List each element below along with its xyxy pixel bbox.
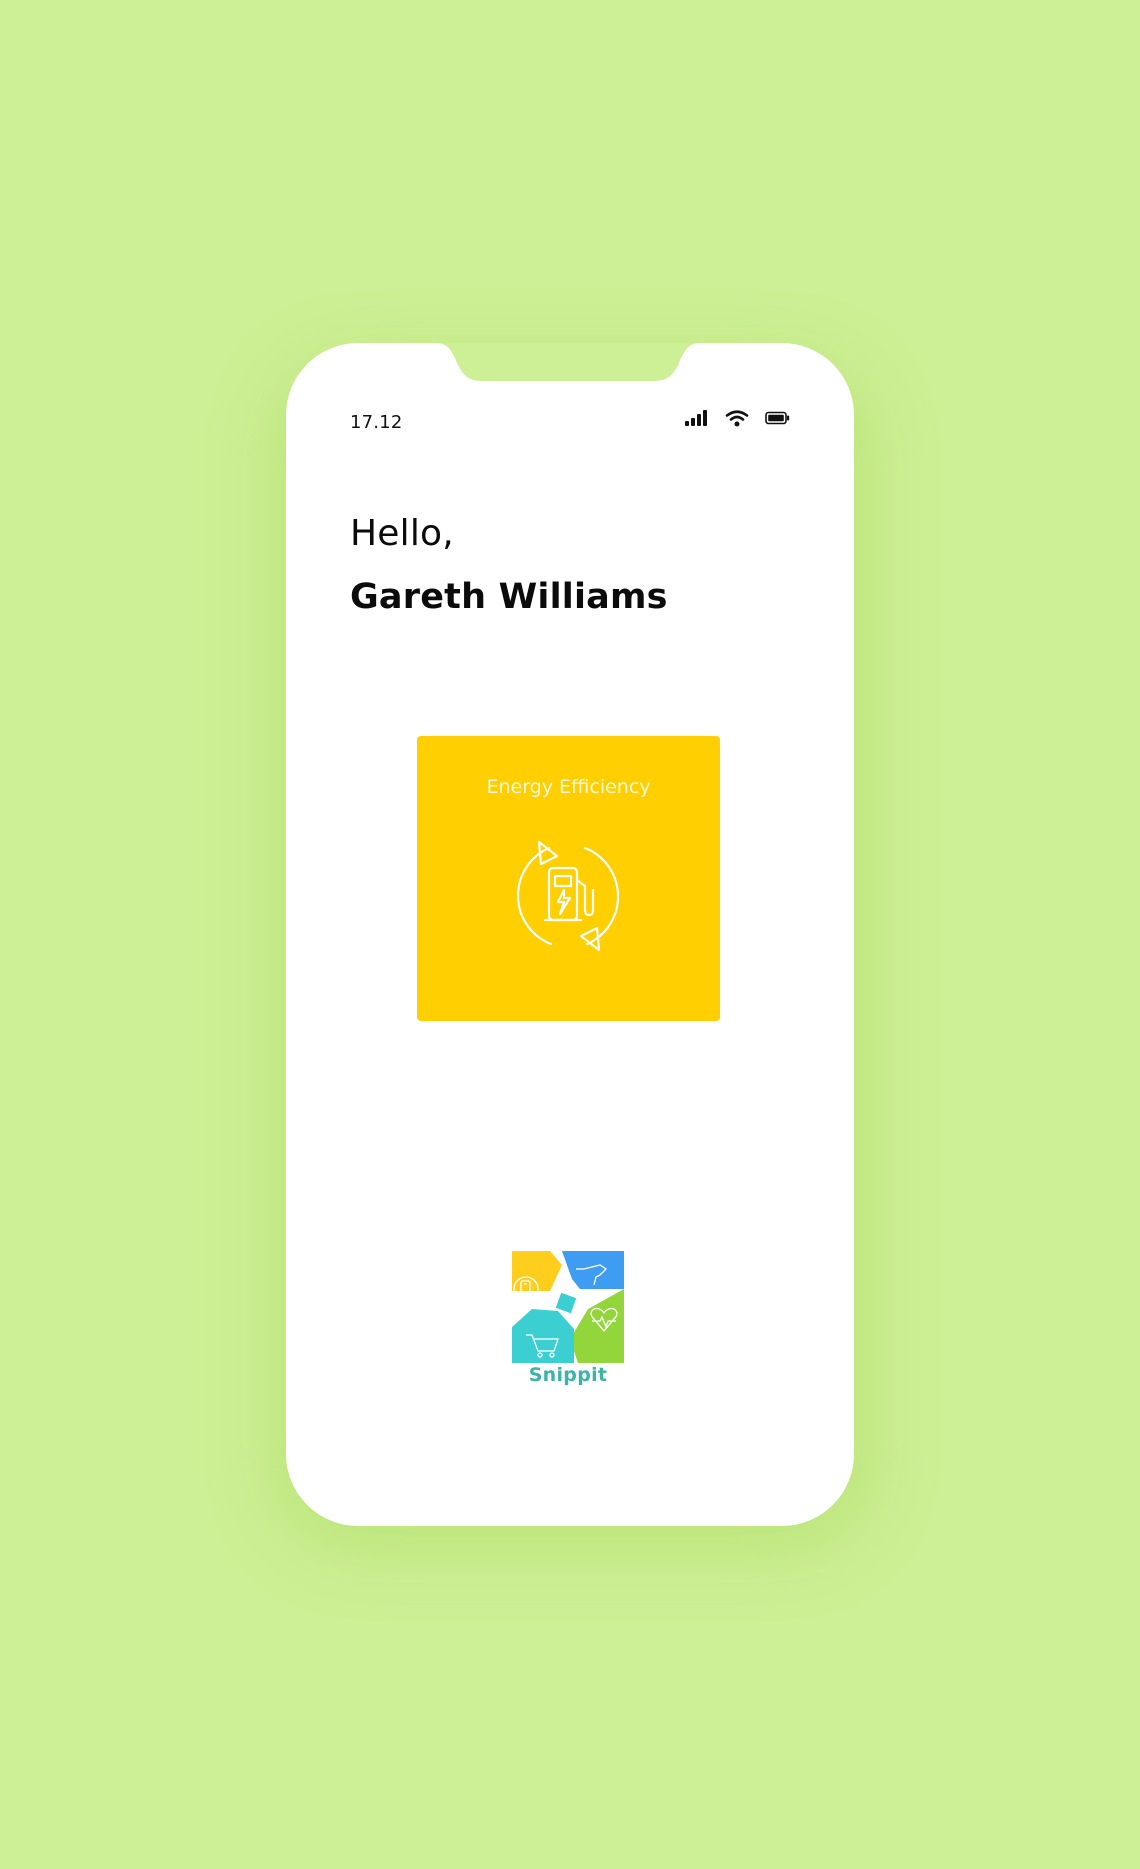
wifi-icon bbox=[725, 410, 749, 427]
brand-logo bbox=[512, 1251, 624, 1363]
phone-screen: 17.12 Hello, Gareth Williams Energy Effi… bbox=[286, 343, 854, 1526]
user-name: Gareth Williams bbox=[350, 577, 668, 617]
battery-icon bbox=[765, 411, 790, 425]
status-time: 17.12 bbox=[350, 412, 403, 433]
notch bbox=[436, 343, 700, 381]
ev-charging-cycle-icon bbox=[516, 840, 620, 952]
greeting-text: Hello, bbox=[350, 513, 454, 554]
app-canvas: 17.12 Hello, Gareth Williams Energy Effi… bbox=[0, 0, 1140, 1869]
energy-efficiency-tile[interactable]: Energy Efficiency bbox=[417, 736, 720, 1021]
status-icons bbox=[685, 409, 790, 427]
tile-label: Energy Efficiency bbox=[486, 776, 651, 798]
signal-icon bbox=[685, 410, 707, 426]
brand-name: Snippit bbox=[528, 1364, 608, 1386]
